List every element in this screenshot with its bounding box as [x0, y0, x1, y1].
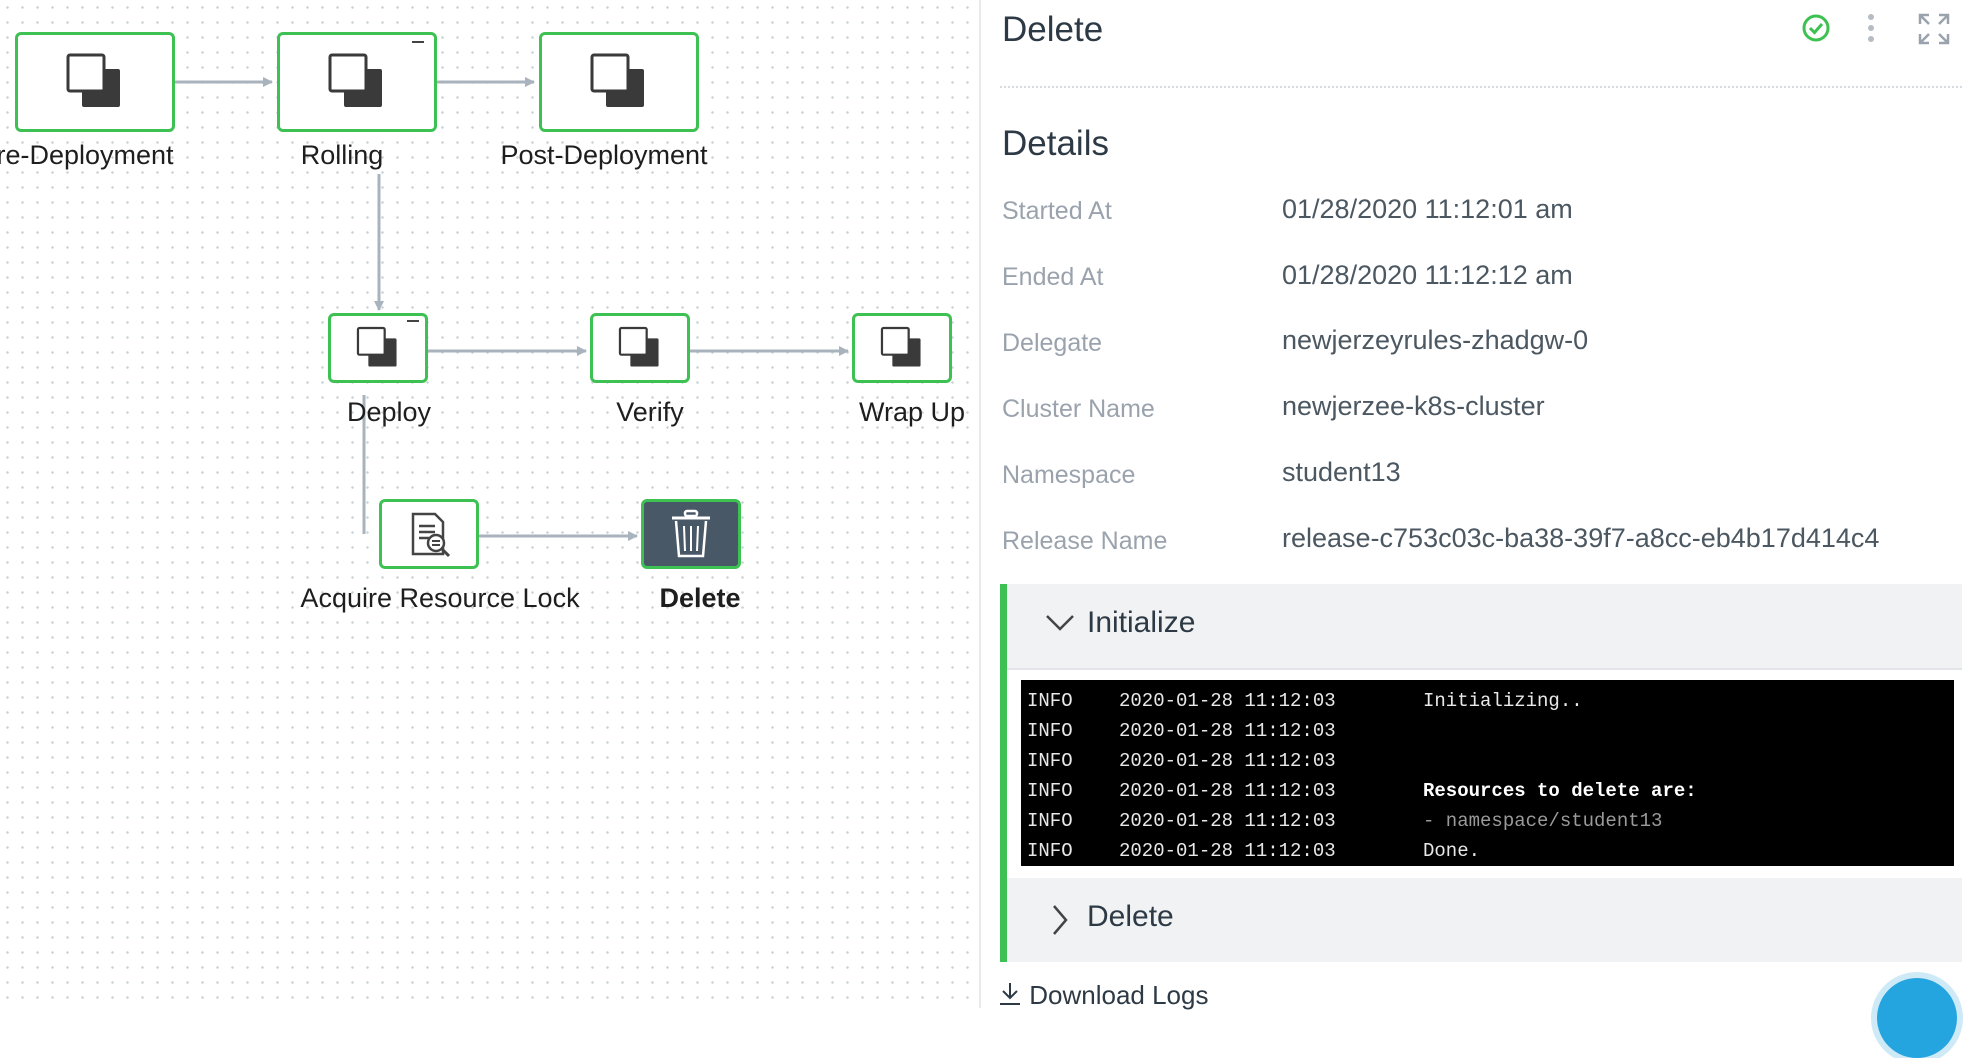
log-line: INFO 2020-01-28 11:12:03 - namespace/stu…	[1021, 806, 1954, 836]
download-icon	[998, 981, 1022, 1014]
log-line: INFO 2020-01-28 11:12:03 Initializing..	[1021, 686, 1954, 716]
node-delete[interactable]	[641, 499, 741, 569]
log-time: 2020-01-28 11:12:03	[1119, 780, 1336, 802]
node-label-verify: Verify	[616, 397, 684, 427]
details-title: Details	[1002, 124, 1109, 163]
log-time: 2020-01-28 11:12:03	[1119, 750, 1336, 772]
node-label-acquire-resource-lock: Acquire Resource Lock	[300, 583, 580, 613]
check-circle-icon	[1800, 12, 1832, 49]
resource-lock-icon	[411, 512, 451, 558]
log-level: INFO	[1027, 720, 1073, 742]
kebab-menu-icon[interactable]	[1863, 12, 1879, 51]
node-rolling[interactable]	[277, 32, 437, 132]
node-label-rolling: Rolling	[300, 140, 384, 170]
log-time: 2020-01-28 11:12:03	[1119, 720, 1336, 742]
log-time: 2020-01-28 11:12:03	[1119, 690, 1336, 712]
section-initialize-title: Initialize	[1087, 606, 1196, 639]
node-label-deploy: Deploy	[346, 397, 432, 427]
section-delete-title: Delete	[1087, 900, 1174, 933]
chevron-down-icon	[1045, 614, 1075, 637]
node-verify[interactable]	[590, 313, 690, 383]
log-level: INFO	[1027, 840, 1073, 862]
section-delete[interactable]: Delete	[1000, 878, 1962, 962]
node-pre-deployment[interactable]	[15, 32, 175, 132]
phase-icon	[356, 326, 397, 367]
node-label-pre-deployment: re-Deployment	[0, 140, 174, 170]
phase-icon	[590, 53, 644, 107]
details-panel: Delete Details Started At 01/28/2020 11:…	[979, 0, 1972, 1058]
node-deploy[interactable]	[328, 313, 428, 383]
log-time: 2020-01-28 11:12:03	[1119, 810, 1336, 832]
log-line: INFO 2020-01-28 11:12:03 Done.	[1021, 836, 1954, 866]
value-delegate: newjerzeyrules-zhadgw-0	[1282, 325, 1589, 355]
log-message: Done.	[1423, 840, 1481, 862]
value-ended-at: 01/28/2020 11:12:12 am	[1282, 260, 1573, 290]
phase-icon	[880, 326, 921, 367]
phase-icon	[328, 53, 382, 107]
value-started-at: 01/28/2020 11:12:01 am	[1282, 194, 1573, 224]
pipeline-canvas[interactable]: re-Deployment Rolling Post-Deployment De…	[0, 0, 979, 1008]
log-line: INFO 2020-01-28 11:12:03 Resources to de…	[1021, 776, 1954, 806]
value-namespace: student13	[1282, 457, 1401, 487]
label-release-name: Release Name	[1002, 527, 1168, 555]
log-message: Resources to delete are:	[1423, 780, 1697, 802]
log-level: INFO	[1027, 690, 1073, 712]
node-label-wrap-up: Wrap Up	[858, 397, 966, 427]
log-line: INFO 2020-01-28 11:12:03	[1021, 716, 1954, 746]
log-message: - namespace/student13	[1423, 810, 1663, 832]
log-message: Initializing..	[1423, 690, 1583, 712]
expand-icon[interactable]	[1917, 12, 1951, 51]
label-started-at: Started At	[1002, 197, 1112, 225]
node-label-delete: Delete	[659, 583, 741, 613]
label-ended-at: Ended At	[1002, 263, 1104, 291]
node-post-deployment[interactable]	[539, 32, 699, 132]
log-time: 2020-01-28 11:12:03	[1119, 840, 1336, 862]
section-initialize-header[interactable]: Initialize	[1007, 584, 1962, 670]
help-chat-button[interactable]	[1877, 978, 1957, 1058]
header-divider	[1000, 86, 1962, 88]
node-label-post-deployment: Post-Deployment	[500, 140, 708, 170]
label-namespace: Namespace	[1002, 461, 1136, 489]
value-release-name: release-c753c03c-ba38-39f7-a8cc-eb4b17d4…	[1282, 523, 1880, 553]
chevron-right-icon	[1051, 904, 1069, 941]
download-logs-link[interactable]: Download Logs	[998, 980, 1208, 1014]
label-delegate: Delegate	[1002, 329, 1103, 357]
collapse-indicator	[407, 320, 419, 322]
value-cluster-name: newjerzee-k8s-cluster	[1282, 391, 1545, 421]
trash-icon	[672, 509, 710, 558]
log-console[interactable]: INFO 2020-01-28 11:12:03 Initializing.. …	[1021, 680, 1954, 866]
phase-icon	[66, 53, 120, 107]
panel-title: Delete	[1002, 10, 1104, 49]
log-level: INFO	[1027, 780, 1073, 802]
log-level: INFO	[1027, 810, 1073, 832]
log-level: INFO	[1027, 750, 1073, 772]
phase-icon	[618, 326, 659, 367]
download-logs-label: Download Logs	[1029, 980, 1209, 1010]
node-wrap-up[interactable]	[852, 313, 952, 383]
node-acquire-resource-lock[interactable]	[379, 499, 479, 569]
log-line: INFO 2020-01-28 11:12:03	[1021, 746, 1954, 776]
label-cluster-name: Cluster Name	[1002, 395, 1155, 423]
collapse-indicator	[412, 41, 424, 43]
